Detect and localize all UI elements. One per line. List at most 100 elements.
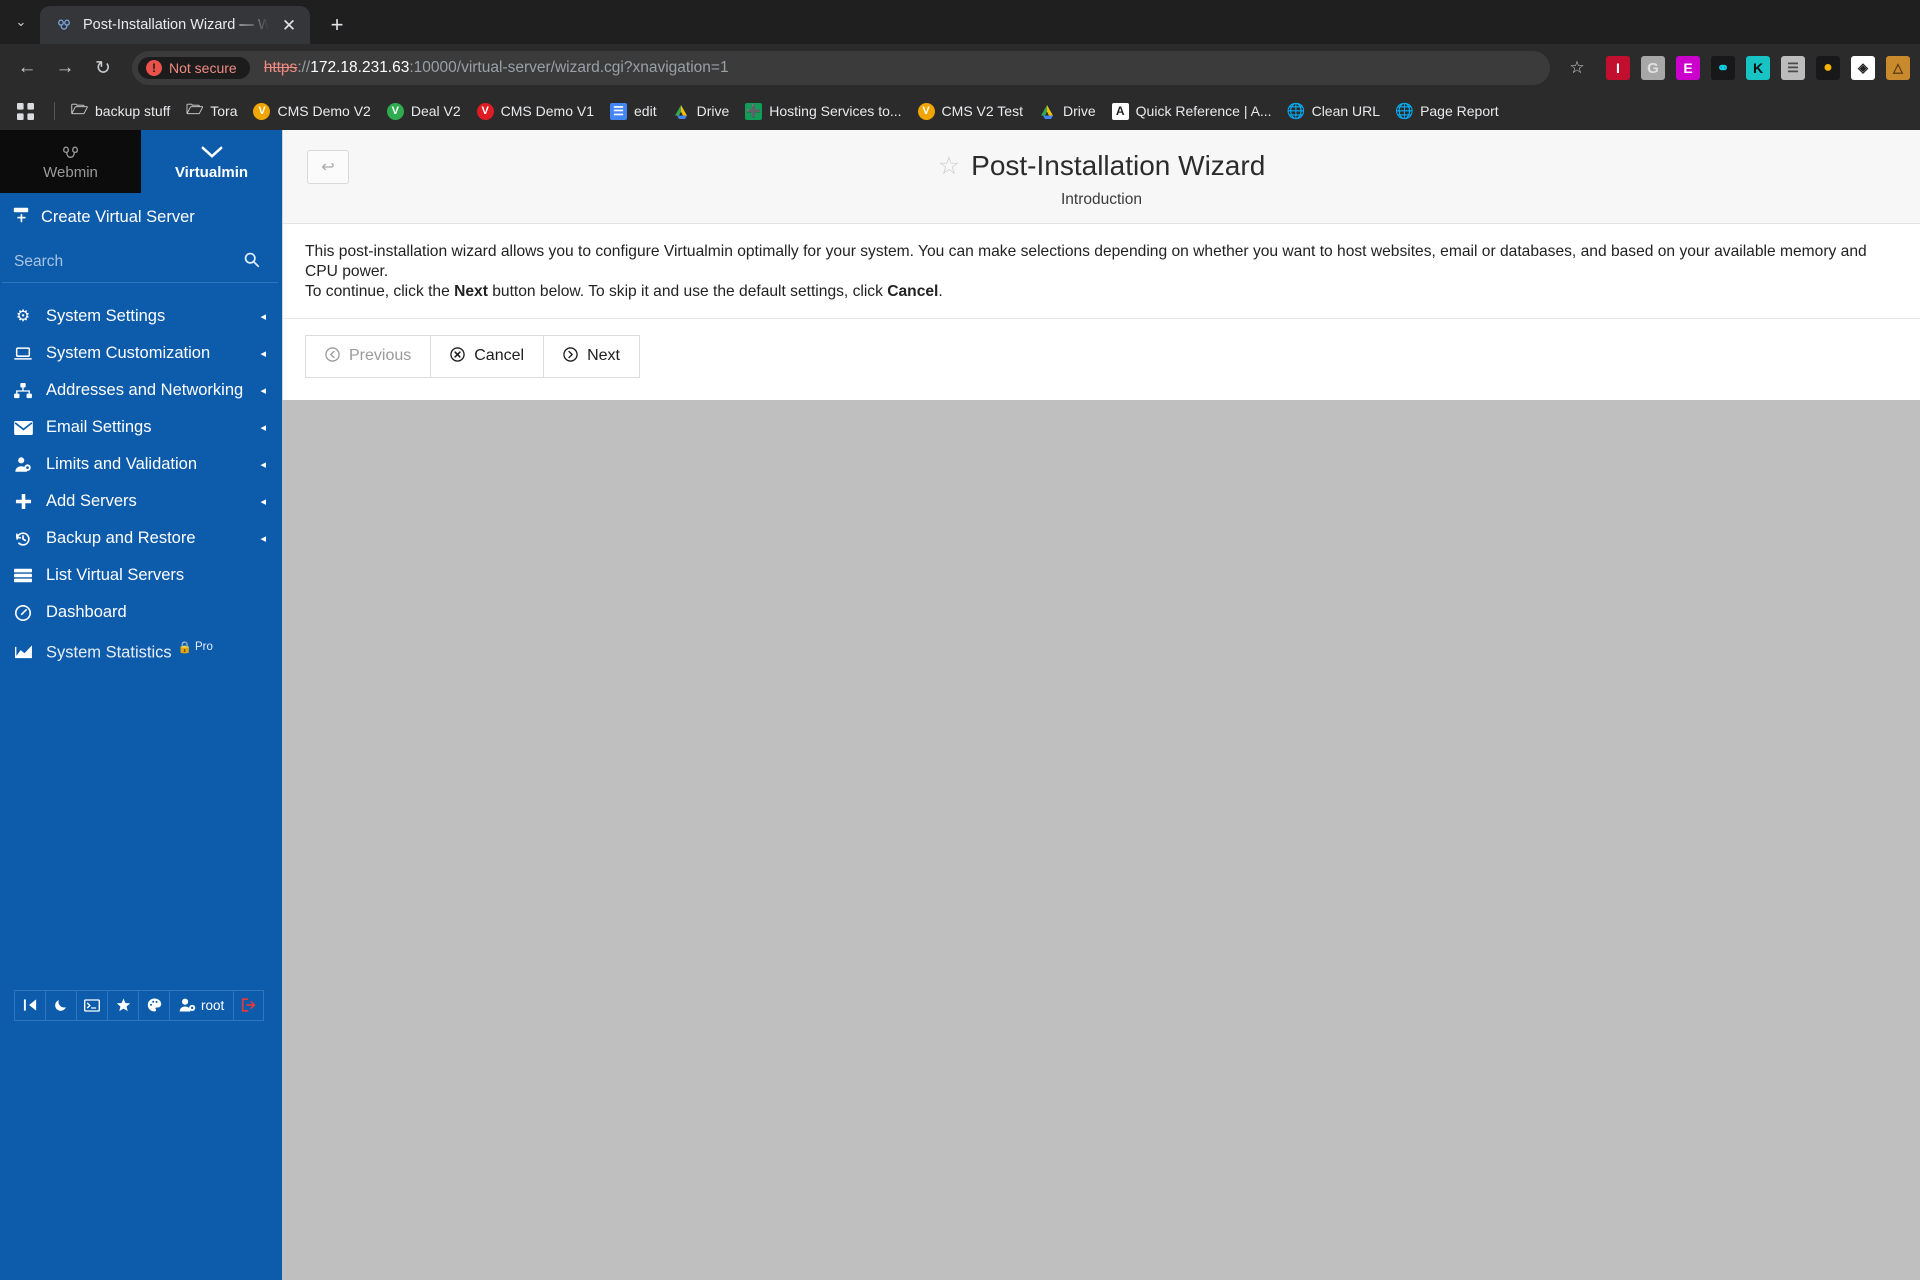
google-drive-icon (673, 103, 690, 120)
forward-icon[interactable]: → (48, 51, 82, 85)
red-i-extension-icon[interactable]: I (1606, 56, 1630, 80)
sidebar-item-system-settings[interactable]: ⚙ System Settings ◂ (0, 297, 282, 335)
bookmark-item[interactable]: V CMS Demo V2 (245, 99, 378, 124)
sidebar: Webmin Virtualmin Create Virtual Server (0, 130, 282, 1280)
next-keyword: Next (454, 282, 488, 300)
bookmark-item[interactable]: Drive (1031, 99, 1104, 124)
collapse-sidebar-button[interactable] (14, 989, 45, 1021)
dark-mode-button[interactable] (45, 989, 76, 1021)
x-circle-icon (450, 347, 465, 366)
bookmark-label: Tora (210, 103, 238, 119)
theme-palette-button[interactable] (138, 989, 169, 1021)
tab-title: Post-Installation Wizard — Webmin (83, 17, 269, 33)
grey-g-extension-icon[interactable]: G (1641, 56, 1665, 80)
bookmark-item[interactable]: 🌐 Page Report (1388, 99, 1507, 124)
bookmark-item[interactable]: V CMS Demo V1 (469, 99, 602, 124)
database-extension-icon[interactable]: ☰ (1781, 56, 1805, 80)
sidebar-tab-virtualmin[interactable]: Virtualmin (141, 130, 282, 193)
cancel-keyword: Cancel (887, 282, 939, 300)
not-secure-icon: ! (146, 60, 162, 76)
link-checker-extension-icon[interactable]: ⚭ (1711, 56, 1735, 80)
chevron-left-icon: ◂ (260, 496, 266, 508)
bookmark-label: Quick Reference | A... (1135, 103, 1272, 119)
sidebar-item-dashboard[interactable]: Dashboard (0, 594, 282, 631)
chevron-left-icon: ◂ (260, 348, 266, 360)
sidebar-tab-label: Webmin (43, 164, 98, 181)
bookmark-item[interactable]: V CMS V2 Test (910, 99, 1031, 124)
browser-tab[interactable]: Post-Installation Wizard — Webmin ✕ (40, 6, 310, 44)
sidebar-search[interactable] (2, 242, 278, 283)
lock-icon: 🔒 (177, 642, 192, 654)
user-account-button[interactable]: root (169, 989, 234, 1021)
tab-search-caret-icon[interactable]: ⌄ (4, 0, 38, 44)
sidebar-tab-webmin[interactable]: Webmin (0, 130, 141, 193)
bookmark-star-icon[interactable]: ☆ (1562, 53, 1592, 83)
bookmark-label: Drive (1062, 103, 1096, 119)
logout-button[interactable] (233, 989, 265, 1021)
previous-button[interactable]: Previous (305, 334, 432, 378)
sidebar-filler (0, 672, 282, 990)
sidebar-item-system-customization[interactable]: System Customization ◂ (0, 335, 282, 372)
url-separator: :// (297, 59, 311, 76)
bookmark-item[interactable]: ☰ edit (602, 99, 665, 124)
sidebar-item-backup-and-restore[interactable]: Backup and Restore ◂ (0, 520, 282, 557)
bookmark-item[interactable]: 🗁 Tora (178, 99, 245, 124)
create-virtual-server-button[interactable]: Create Virtual Server (0, 193, 282, 242)
reload-icon[interactable]: ↻ (86, 51, 120, 85)
next-button[interactable]: Next (543, 334, 640, 378)
bookmark-label: Clean URL (1311, 103, 1381, 119)
v-badge-icon: V (253, 102, 271, 120)
back-icon[interactable]: ← (10, 51, 44, 85)
camel-extension-icon[interactable]: △ (1886, 56, 1910, 80)
sidebar-item-email-settings[interactable]: Email Settings ◂ (0, 409, 282, 446)
url-path: :10000/virtual-server/wizard.cgi?xnaviga… (409, 59, 729, 76)
chevron-left-icon: ◂ (260, 385, 266, 397)
sidebar-item-addresses-and-networking[interactable]: Addresses and Networking ◂ (0, 372, 282, 409)
apps-grid-icon[interactable] (10, 96, 40, 126)
wizard-body: This post-installation wizard allows you… (283, 224, 1920, 319)
terminal-button[interactable] (76, 989, 107, 1021)
chevron-left-icon: ◂ (260, 533, 266, 545)
close-icon[interactable]: ✕ (278, 14, 300, 36)
sidebar-item-system-statistics[interactable]: System Statistics 🔒 Pro (0, 631, 282, 672)
search-input[interactable] (14, 253, 243, 271)
new-tab-button[interactable]: + (320, 8, 354, 42)
back-button[interactable]: ↩ (307, 150, 349, 184)
cancel-button-label: Cancel (474, 347, 525, 365)
webmin-logo-icon (54, 15, 74, 35)
favorite-star-icon[interactable]: ☆ (938, 151, 960, 181)
purple-e-extension-icon[interactable]: E (1676, 56, 1700, 80)
bookmark-item[interactable]: ➕ Hosting Services to... (737, 99, 909, 124)
wizard-header: ↩ ☆ Post-Installation Wizard Introductio… (283, 130, 1920, 224)
address-bar[interactable]: ! Not secure https://172.18.231.63:10000… (132, 51, 1550, 85)
bookmarks-bar: 🗁 backup stuff 🗁 Tora V CMS Demo V2 V De… (0, 92, 1920, 130)
not-secure-badge[interactable]: ! Not secure (138, 57, 250, 79)
bookmark-label: CMS Demo V1 (500, 103, 595, 119)
bookmark-label: Hosting Services to... (769, 103, 902, 119)
cancel-button[interactable]: Cancel (430, 334, 545, 378)
diamond-extension-icon[interactable]: ◈ (1851, 56, 1875, 80)
url-scheme: https (263, 59, 298, 76)
keywords-extension-icon[interactable]: K (1746, 56, 1770, 80)
sidebar-item-label: Dashboard (46, 603, 127, 621)
sidebar-item-list-virtual-servers[interactable]: List Virtual Servers (0, 557, 282, 594)
favorites-button[interactable] (107, 989, 138, 1021)
chrome-extension-icon[interactable]: ● (1816, 56, 1840, 80)
user-account-label: root (201, 997, 225, 1013)
sidebar-item-limits-and-validation[interactable]: Limits and Validation ◂ (0, 446, 282, 483)
bookmark-item[interactable]: 🌐 Clean URL (1280, 99, 1388, 124)
bookmark-label: edit (634, 103, 657, 119)
extensions-strip: I G E ⚭ K ☰ ● ◈ △ (1596, 56, 1910, 80)
bookmark-item[interactable]: A Quick Reference | A... (1104, 99, 1280, 124)
sitemap-icon (12, 382, 34, 399)
bookmark-label: Page Report (1420, 103, 1499, 119)
sidebar-item-add-servers[interactable]: Add Servers ◂ (0, 483, 282, 520)
bookmark-item[interactable]: Drive (665, 99, 738, 124)
bookmark-item[interactable]: V Deal V2 (379, 99, 469, 124)
search-icon[interactable] (243, 251, 260, 273)
sidebar-product-tabs: Webmin Virtualmin (0, 130, 282, 193)
bookmark-item[interactable]: 🗁 backup stuff (63, 99, 178, 124)
webmin-logo-icon (60, 142, 81, 162)
sidebar-item-label: Addresses and Networking (46, 381, 244, 399)
continue-paragraph: To continue, click the Next button below… (305, 282, 943, 300)
